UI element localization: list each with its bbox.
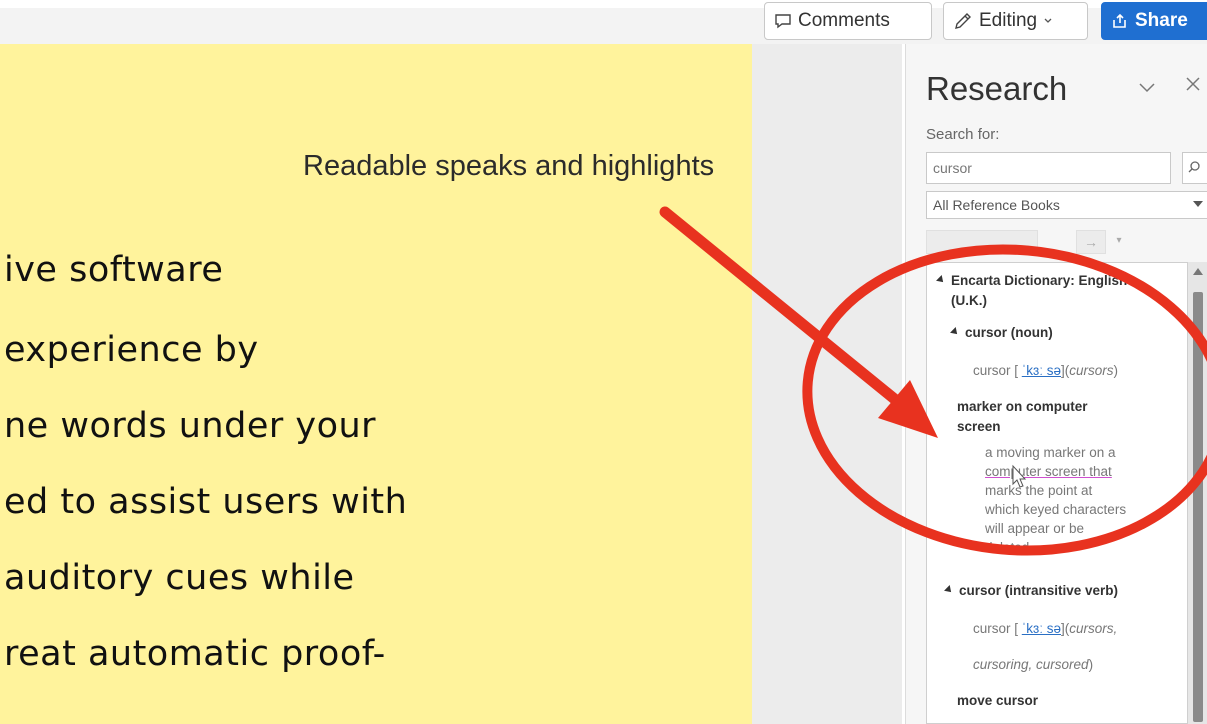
comments-button[interactable]: Comments [764, 2, 932, 40]
scrollbar-thumb[interactable] [1193, 292, 1203, 722]
document-text-line[interactable]: ne words under your [4, 406, 376, 446]
research-results: Encarta Dictionary: English (U.K.) curso… [926, 262, 1188, 724]
document-text-line[interactable]: ive software [4, 250, 223, 290]
collapse-triangle-icon [936, 275, 946, 285]
comments-label: Comments [798, 10, 890, 31]
editing-mode-button[interactable]: Editing [943, 2, 1088, 40]
reference-source-value: All Reference Books [933, 197, 1060, 213]
chevron-down-icon [1044, 18, 1052, 23]
back-button[interactable] [926, 230, 1038, 254]
document-gutter [752, 44, 902, 724]
chevron-down-icon [1193, 201, 1203, 207]
document-text-line[interactable]: ed to assist users with [4, 482, 407, 522]
entry-noun-forms: cursor [ ˈkɜː sə](cursors) [973, 363, 1118, 378]
definition-text: a moving marker on a computer screen tha… [985, 445, 1127, 555]
research-pane: Research Search for: cursor All Referenc… [905, 44, 1207, 724]
document-text-line[interactable]: experience by [4, 330, 259, 370]
pronunciation-link[interactable]: ˈkɜː sə [1022, 621, 1061, 636]
entry-verb-heading[interactable]: cursor (intransitive verb) [944, 581, 1118, 601]
comment-icon [775, 14, 791, 29]
entry-verb-forms: cursor [ ˈkɜː sə](cursors, [973, 621, 1118, 636]
dictionary-heading[interactable]: Encarta Dictionary: English (U.K.) [936, 271, 1182, 311]
entry-verb-forms-cont: cursoring, cursored) [973, 657, 1094, 672]
search-icon [1188, 161, 1200, 173]
history-navigation: → ▾ [926, 230, 1126, 256]
document-text-line[interactable]: auditory cues while [4, 558, 355, 598]
search-input[interactable]: cursor [926, 152, 1171, 184]
collapse-triangle-icon [950, 327, 960, 337]
document-page[interactable]: ive software experience by ne words unde… [0, 44, 752, 724]
editing-label: Editing [979, 10, 1038, 31]
scroll-up-icon[interactable] [1193, 268, 1203, 275]
collapse-triangle-icon [944, 585, 954, 595]
entry-noun-heading[interactable]: cursor (noun) [950, 323, 1053, 343]
share-button[interactable]: Share [1101, 2, 1207, 40]
results-scrollbar[interactable] [1188, 262, 1207, 724]
close-icon[interactable] [1184, 72, 1202, 100]
share-icon [1113, 13, 1126, 28]
document-text-line[interactable]: reat automatic proof- [4, 634, 386, 674]
search-for-label: Search for: [926, 126, 1000, 143]
sense-heading: move cursor [957, 693, 1039, 708]
research-pane-title: Research [926, 70, 1068, 107]
forward-button[interactable]: → [1076, 230, 1106, 254]
reference-source-select[interactable]: All Reference Books [926, 191, 1207, 219]
top-toolbar: Comments Editing Share [0, 0, 1207, 44]
annotation-caption: Readable speaks and highlights [303, 150, 715, 182]
share-label: Share [1135, 10, 1188, 31]
search-button[interactable] [1182, 152, 1207, 184]
document-text-line-cut [4, 710, 744, 724]
sense-heading: marker on computer screen [957, 399, 1088, 434]
history-dropdown-icon[interactable]: ▾ [1110, 230, 1128, 254]
pane-options-icon[interactable] [1138, 74, 1156, 102]
pronunciation-link[interactable]: ˈkɜː sə [1022, 363, 1061, 378]
pencil-icon [955, 13, 971, 29]
